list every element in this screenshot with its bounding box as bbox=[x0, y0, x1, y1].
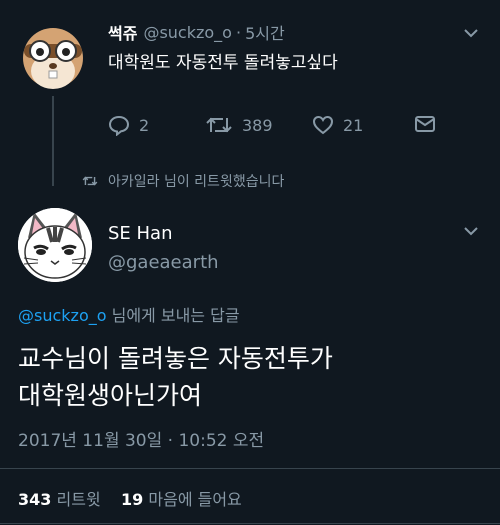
parent-handle[interactable]: @suckzo_o bbox=[143, 23, 232, 42]
retweet-icon bbox=[206, 117, 232, 133]
parent-header: 썩쥬 @suckzo_o · 5시간 bbox=[108, 20, 285, 44]
divider-bottom bbox=[0, 523, 500, 524]
reply-count: 2 bbox=[139, 115, 150, 135]
parent-tweet-text: 대학원도 자동전투 돌려놓고싶다 bbox=[108, 53, 338, 73]
parent-avatar[interactable] bbox=[18, 16, 88, 96]
like-action[interactable]: 21 bbox=[312, 114, 363, 136]
chevron-down-icon[interactable] bbox=[464, 28, 478, 38]
separator-dot: · bbox=[235, 22, 242, 42]
thread-line bbox=[52, 96, 54, 186]
like-count: 21 bbox=[343, 115, 364, 135]
parent-time[interactable]: 5시간 bbox=[245, 20, 285, 44]
retweet-notice: 아카일라 님이 리트윗했습니다 bbox=[82, 171, 284, 191]
main-timestamp[interactable]: 2017년 11월 30일 · 10:52 오전 bbox=[18, 426, 264, 451]
retweet-small-icon bbox=[82, 176, 98, 186]
stats-retweet-count[interactable]: 343 bbox=[18, 490, 51, 509]
reply-action[interactable]: 2 bbox=[108, 114, 149, 136]
stats-like-label[interactable]: 마음에 들어요 bbox=[148, 490, 241, 509]
like-icon bbox=[312, 115, 334, 135]
retweet-count: 389 bbox=[242, 115, 273, 135]
main-handle[interactable]: @gaeaearth bbox=[108, 252, 219, 273]
divider-top bbox=[0, 468, 500, 469]
retweet-action[interactable]: 389 bbox=[205, 114, 273, 136]
replying-to: @suckzo_o 님에게 보내는 답글 bbox=[18, 302, 240, 326]
tweet-stats: 343 리트윗 19 마음에 들어요 bbox=[18, 486, 242, 510]
main-tweet-line-1: 교수님이 돌려놓은 자동전투가 bbox=[18, 344, 333, 373]
main-avatar[interactable] bbox=[18, 208, 92, 282]
retweet-notice-text[interactable]: 아카일라 님이 리트윗했습니다 bbox=[108, 171, 284, 191]
parent-actions: 2 389 21 bbox=[108, 114, 448, 140]
parent-display-name[interactable]: 썩쥬 bbox=[108, 20, 137, 44]
reply-to-handle-link[interactable]: @suckzo_o bbox=[18, 306, 107, 325]
main-tweet-line-2: 대학원생아닌가여 bbox=[18, 381, 203, 410]
reply-to-suffix: 님에게 보내는 답글 bbox=[106, 306, 240, 325]
share-action[interactable] bbox=[414, 114, 436, 134]
main-display-name[interactable]: SE Han bbox=[108, 223, 173, 244]
stats-like-count[interactable]: 19 bbox=[121, 490, 143, 509]
main-tweet-text: 교수님이 돌려놓은 자동전투가 대학원생아닌가여 bbox=[18, 340, 488, 414]
share-icon bbox=[415, 116, 435, 132]
chevron-down-icon[interactable] bbox=[464, 226, 478, 236]
reply-icon bbox=[108, 115, 130, 136]
stats-retweet-label[interactable]: 리트윗 bbox=[57, 490, 101, 509]
